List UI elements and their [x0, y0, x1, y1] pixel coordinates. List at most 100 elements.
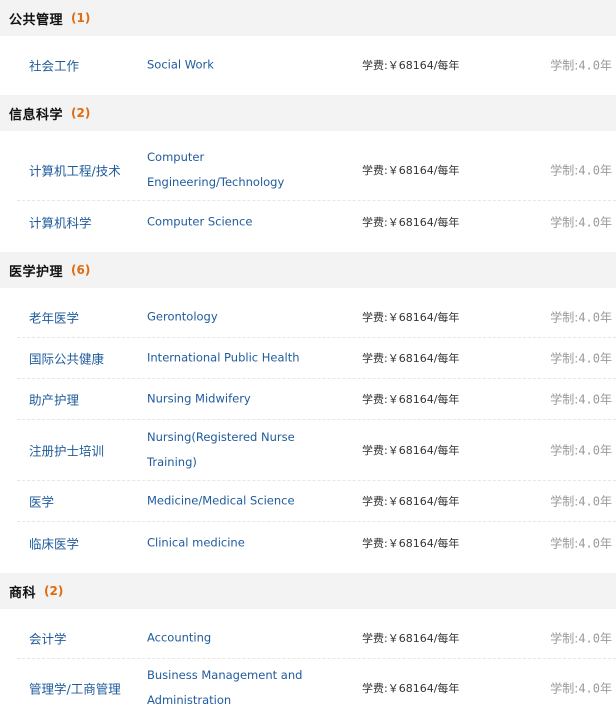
- section-title: 医学护理: [9, 264, 64, 280]
- section-header-public-management: 公共管理 (1): [0, 0, 616, 36]
- program-duration: 学制:4.0年: [550, 493, 612, 510]
- program-name-en-link[interactable]: Computer Engineering/Technology: [147, 145, 317, 195]
- duration-value: 4.0年: [578, 163, 612, 177]
- program-row: 老年医学 Gerontology 学费:￥68164/每年 学制:4.0年: [17, 297, 616, 338]
- tuition-value: ￥68164/每年: [387, 311, 460, 324]
- program-duration: 学制:4.0年: [550, 213, 612, 230]
- program-name-cn-link[interactable]: 医学: [29, 492, 54, 511]
- duration-label: 学制:: [550, 351, 579, 366]
- tuition-fee: 学费:￥68164/每年: [362, 162, 459, 178]
- section-header-business: 商科 (2): [0, 573, 616, 609]
- tuition-label: 学费:: [362, 352, 388, 365]
- section-title: 信息科学: [9, 107, 64, 123]
- duration-label: 学制:: [550, 310, 579, 325]
- section-count: (2): [44, 584, 64, 598]
- program-row: 会计学 Accounting 学费:￥68164/每年 学制:4.0年: [17, 618, 616, 659]
- program-name-en-link[interactable]: Medicine/Medical Science: [147, 489, 317, 514]
- tuition-value: ￥68164/每年: [387, 632, 460, 645]
- duration-label: 学制:: [550, 681, 579, 696]
- program-name-en-link[interactable]: Accounting: [147, 626, 317, 651]
- tuition-label: 学费:: [362, 163, 388, 177]
- tuition-label: 学费:: [362, 536, 388, 550]
- program-row: 计算机工程/技术 Computer Engineering/Technology…: [17, 139, 616, 201]
- tuition-fee: 学费:￥68164/每年: [362, 442, 459, 458]
- tuition-value: ￥68164/每年: [387, 163, 460, 177]
- duration-value: 4.0年: [578, 681, 612, 696]
- program-name-en-link[interactable]: Nursing Midwifery: [147, 387, 317, 412]
- duration-label: 学制:: [550, 58, 579, 72]
- section-title: 公共管理: [9, 12, 64, 28]
- tuition-fee: 学费:￥68164/每年: [362, 493, 459, 509]
- duration-label: 学制:: [550, 163, 579, 177]
- tuition-label: 学费:: [362, 495, 388, 508]
- tuition-value: ￥68164/每年: [387, 393, 460, 406]
- program-name-cn-link[interactable]: 老年医学: [29, 308, 79, 327]
- program-row: 助产护理 Nursing Midwifery 学费:￥68164/每年 学制:4…: [17, 379, 616, 420]
- program-name-cn-link[interactable]: 计算机工程/技术: [29, 160, 121, 179]
- section-title: 商科: [9, 585, 37, 601]
- program-duration: 学制:4.0年: [550, 391, 612, 408]
- program-name-cn-link[interactable]: 会计学: [29, 629, 67, 648]
- program-duration: 学制:4.0年: [550, 161, 612, 178]
- program-row: 注册护士培训 Nursing(Registered Nurse Training…: [17, 420, 616, 481]
- program-name-en-link[interactable]: Social Work: [147, 52, 317, 77]
- tuition-label: 学费:: [362, 682, 388, 695]
- program-name-cn-link[interactable]: 计算机科学: [29, 212, 92, 231]
- tuition-value: ￥68164/每年: [387, 682, 460, 695]
- duration-value: 4.0年: [578, 536, 612, 550]
- program-name-en-link[interactable]: Business Management and Administration: [147, 663, 317, 713]
- program-name-en-link[interactable]: International Public Health: [147, 346, 317, 371]
- program-duration: 学制:4.0年: [550, 442, 612, 459]
- tuition-label: 学费:: [362, 393, 388, 406]
- tuition-fee: 学费:￥68164/每年: [362, 391, 459, 407]
- program-name-cn-link[interactable]: 注册护士培训: [29, 441, 104, 460]
- tuition-fee: 学费:￥68164/每年: [362, 214, 459, 230]
- tuition-label: 学费:: [362, 311, 388, 324]
- tuition-label: 学费:: [362, 58, 388, 72]
- program-name-cn-link[interactable]: 国际公共健康: [29, 349, 104, 368]
- tuition-label: 学费:: [362, 215, 388, 229]
- duration-value: 4.0年: [578, 351, 612, 366]
- duration-value: 4.0年: [578, 443, 612, 458]
- tuition-value: ￥68164/每年: [387, 352, 460, 365]
- duration-value: 4.0年: [578, 392, 612, 407]
- program-name-cn-link[interactable]: 助产护理: [29, 390, 79, 409]
- tuition-value: ￥68164/每年: [387, 495, 460, 508]
- program-name-cn-link[interactable]: 社会工作: [29, 55, 79, 74]
- duration-value: 4.0年: [578, 58, 612, 72]
- program-row: 医学 Medicine/Medical Science 学费:￥68164/每年…: [17, 481, 616, 522]
- program-name-en-link[interactable]: Clinical medicine: [147, 530, 317, 555]
- section-header-medicine-nursing: 医学护理 (6): [0, 252, 616, 288]
- duration-label: 学制:: [550, 215, 579, 229]
- program-duration: 学制:4.0年: [550, 309, 612, 326]
- duration-value: 4.0年: [578, 631, 612, 646]
- program-name-cn-link[interactable]: 临床医学: [29, 533, 79, 552]
- program-row: 临床医学 Clinical medicine 学费:￥68164/每年 学制:4…: [17, 522, 616, 563]
- section-count: (1): [71, 11, 91, 25]
- section-count: (2): [71, 106, 91, 120]
- program-row: 社会工作 Social Work 学费:￥68164/每年 学制:4.0年: [17, 44, 616, 85]
- duration-label: 学制:: [550, 494, 579, 509]
- program-row: 国际公共健康 International Public Health 学费:￥6…: [17, 338, 616, 379]
- program-duration: 学制:4.0年: [550, 534, 612, 551]
- tuition-fee: 学费:￥68164/每年: [362, 309, 459, 325]
- program-name-en-link[interactable]: Computer Science: [147, 209, 317, 234]
- section-header-information-science: 信息科学 (2): [0, 95, 616, 131]
- tuition-label: 学费:: [362, 444, 388, 457]
- program-name-en-link[interactable]: Gerontology: [147, 305, 317, 330]
- duration-value: 4.0年: [578, 310, 612, 325]
- program-name-en-link[interactable]: Nursing(Registered Nurse Training): [147, 425, 317, 475]
- tuition-fee: 学费:￥68164/每年: [362, 630, 459, 646]
- tuition-value: ￥68164/每年: [387, 215, 460, 229]
- program-name-cn-link[interactable]: 管理学/工商管理: [29, 679, 121, 698]
- duration-label: 学制:: [550, 443, 579, 458]
- tuition-fee: 学费:￥68164/每年: [362, 57, 459, 73]
- tuition-value: ￥68164/每年: [387, 444, 460, 457]
- tuition-value: ￥68164/每年: [387, 58, 460, 72]
- program-duration: 学制:4.0年: [550, 630, 612, 647]
- program-row: 计算机科学 Computer Science 学费:￥68164/每年 学制:4…: [17, 201, 616, 242]
- tuition-fee: 学费:￥68164/每年: [362, 535, 459, 551]
- program-duration: 学制:4.0年: [550, 680, 612, 697]
- duration-label: 学制:: [550, 392, 579, 407]
- program-row: 管理学/工商管理 Business Management and Adminis…: [17, 659, 616, 717]
